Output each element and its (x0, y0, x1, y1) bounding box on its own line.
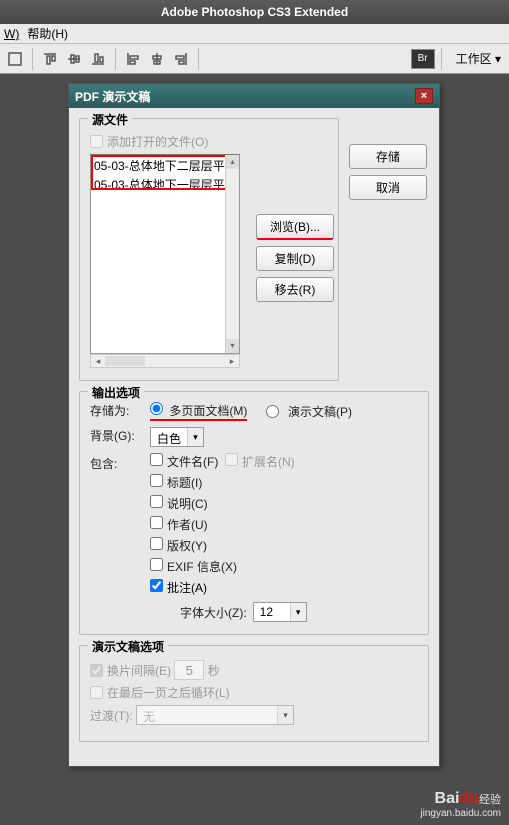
transition-label: 过渡(T): (90, 707, 133, 724)
align-vcenter-icon[interactable] (63, 48, 85, 70)
scroll-left-icon[interactable]: ◂ (91, 356, 105, 367)
source-files-group: 源文件 添加打开的文件(O) 05-03-总体地下二层层平 05-03-总体地下… (79, 118, 339, 381)
pdf-presentation-dialog: PDF 演示文稿 × 存储 取消 源文件 添加打开的文件(O) 05-03-总体… (68, 83, 440, 767)
multipage-radio[interactable] (150, 402, 163, 415)
align-right-icon[interactable] (170, 48, 192, 70)
separator (32, 48, 33, 70)
list-item[interactable]: 05-03-总体地下二层层平 (92, 156, 238, 175)
align-hcenter-icon[interactable] (146, 48, 168, 70)
source-legend: 源文件 (88, 111, 132, 128)
close-button[interactable]: × (415, 88, 433, 104)
loop-label: 在最后一页之后循环(L) (107, 684, 230, 701)
workarea-menu[interactable]: 工作区 ▾ (456, 50, 501, 67)
duplicate-button[interactable]: 复制(D) (256, 246, 334, 271)
scroll-up-icon[interactable]: ▴ (226, 155, 239, 169)
add-open-files-checkbox (90, 135, 103, 148)
dialog-title: PDF 演示文稿 (75, 88, 150, 105)
scroll-right-icon[interactable]: ▸ (225, 356, 239, 367)
toolbar: Br 工作区 ▾ (0, 44, 509, 74)
output-legend: 输出选项 (88, 384, 144, 401)
align-bottom-icon[interactable] (87, 48, 109, 70)
fontsize-label: 字体大小(Z): (180, 604, 247, 621)
bridge-button[interactable]: Br (411, 49, 435, 69)
scrollbar-vertical[interactable]: ▴ ▾ (225, 155, 239, 353)
save-as-label: 存储为: (90, 402, 150, 419)
exif-checkbox[interactable] (150, 558, 163, 571)
chevron-down-icon: ▾ (277, 706, 293, 724)
presentation-options-group: 演示文稿选项 换片间隔(E) 秒 在最后一页之后循环(L) 过渡(T): 无 ▾ (79, 645, 429, 742)
list-item[interactable]: 05-03-总体地下一层层平 (92, 175, 238, 194)
scroll-down-icon[interactable]: ▾ (226, 339, 239, 353)
align-left-icon[interactable] (122, 48, 144, 70)
transition-select: 无 ▾ (136, 705, 294, 725)
save-button[interactable]: 存储 (349, 144, 427, 169)
multipage-label: 多页面文档(M) (169, 404, 247, 418)
include-label: 包含: (90, 453, 150, 472)
app-titlebar: Adobe Photoshop CS3 Extended (0, 0, 509, 24)
cancel-button[interactable]: 取消 (349, 175, 427, 200)
separator (115, 48, 116, 70)
loop-checkbox (90, 686, 103, 699)
file-listbox[interactable]: 05-03-总体地下二层层平 05-03-总体地下一层层平 ▴ ▾ (90, 154, 240, 354)
separator (441, 48, 442, 70)
menu-help[interactable]: 帮助(H) (27, 25, 68, 42)
pres-legend: 演示文稿选项 (88, 638, 168, 655)
tool-btn-1[interactable] (4, 48, 26, 70)
title-checkbox[interactable] (150, 474, 163, 487)
interval-label: 换片间隔(E) (107, 662, 171, 679)
description-checkbox[interactable] (150, 495, 163, 508)
annotations-checkbox[interactable] (150, 579, 163, 592)
scrollbar-horizontal[interactable]: ◂ ▸ (90, 354, 240, 368)
menubar: W) 帮助(H) (0, 24, 509, 44)
dialog-header[interactable]: PDF 演示文稿 × (69, 84, 439, 108)
chevron-down-icon[interactable]: ▾ (187, 428, 203, 446)
filename-checkbox[interactable] (150, 453, 163, 466)
menu-window[interactable]: W) (4, 27, 19, 41)
align-top-icon[interactable] (39, 48, 61, 70)
copyright-checkbox[interactable] (150, 537, 163, 550)
presentation-label: 演示文稿(P) (288, 403, 352, 420)
output-options-group: 输出选项 存储为: 多页面文档(M) 演示文稿(P) 背景(G): 白色 (79, 391, 429, 635)
watermark: Baidu经验 jingyan.baidu.com (420, 790, 501, 819)
browse-button[interactable]: 浏览(B)... (256, 214, 334, 240)
interval-input (174, 660, 204, 680)
scroll-thumb[interactable] (105, 356, 145, 366)
remove-button[interactable]: 移去(R) (256, 277, 334, 302)
author-checkbox[interactable] (150, 516, 163, 529)
background-label: 背景(G): (90, 427, 150, 444)
interval-checkbox (90, 664, 103, 677)
background-select[interactable]: 白色 ▾ (150, 427, 204, 447)
separator (198, 48, 199, 70)
fontsize-select[interactable]: 12 ▾ (253, 602, 307, 622)
add-open-files-label: 添加打开的文件(O) (107, 133, 208, 150)
presentation-radio[interactable] (266, 405, 279, 418)
chevron-down-icon[interactable]: ▾ (290, 603, 306, 621)
extension-checkbox (225, 453, 238, 466)
